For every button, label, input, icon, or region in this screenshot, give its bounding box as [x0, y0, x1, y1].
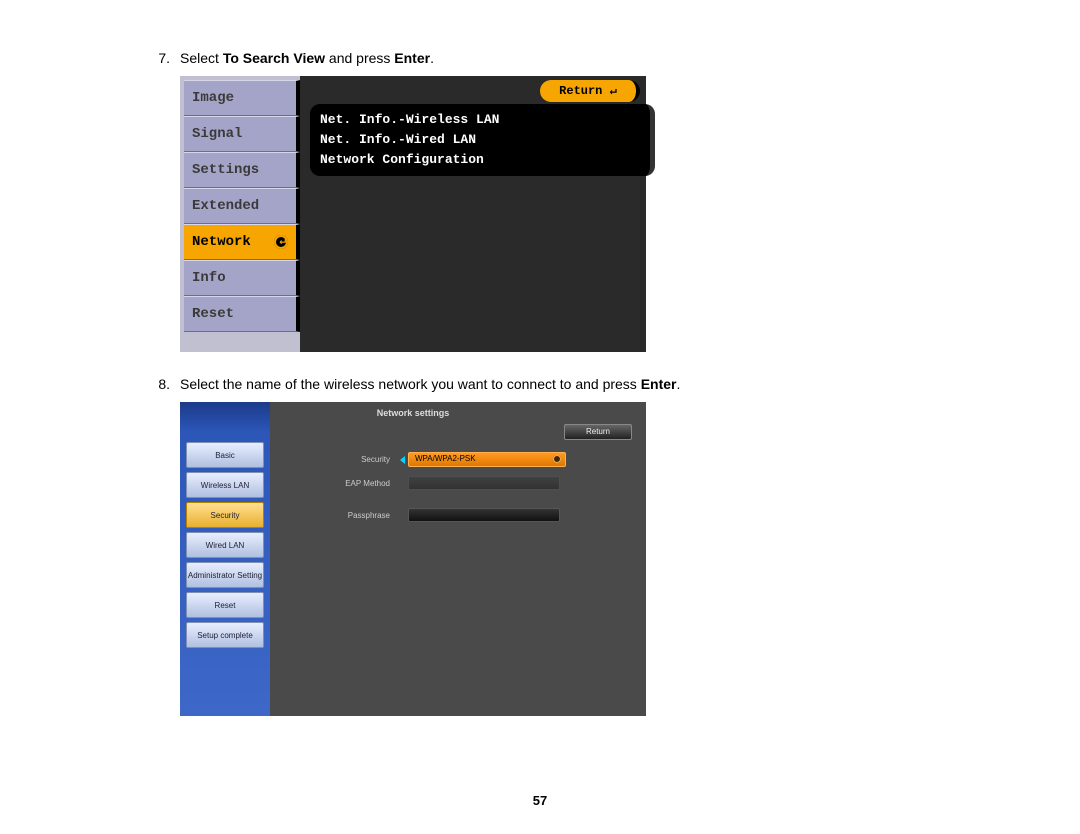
sidebar-item-basic[interactable]: Basic	[186, 442, 264, 468]
row-passphrase: Passphrase	[320, 508, 560, 522]
step-7: 7. Select To Search View and press Enter…	[140, 50, 980, 66]
screenshot-projector-menu: Image Signal Settings Extended Network I…	[180, 76, 646, 352]
step-text: Select the name of the wireless network …	[180, 376, 980, 392]
caret-left-icon	[400, 456, 405, 464]
return-button[interactable]: Return	[564, 424, 632, 440]
sidebar-item-wireless-lan[interactable]: Wireless LAN	[186, 472, 264, 498]
step-number: 7.	[140, 50, 180, 66]
menu-item-extended[interactable]: Extended	[184, 188, 300, 224]
settings-sidebar: Basic Wireless LAN Security Wired LAN Ad…	[180, 402, 270, 716]
step-text: Select To Search View and press Enter.	[180, 50, 980, 66]
sidebar-item-security[interactable]: Security	[186, 502, 264, 528]
screenshot-network-settings: Network settings Return Basic Wireless L…	[180, 402, 646, 716]
label-eap: EAP Method	[320, 479, 390, 488]
panel-title: Network settings	[377, 408, 450, 418]
submenu-item-network-config[interactable]: Network Configuration	[320, 150, 640, 170]
page-number: 57	[533, 793, 547, 808]
submenu-item-wireless-lan[interactable]: Net. Info.-Wireless LAN	[320, 110, 640, 130]
passphrase-value[interactable]	[408, 508, 560, 522]
sidebar-item-admin[interactable]: Administrator Setting	[186, 562, 264, 588]
return-button[interactable]: Return ↵	[540, 80, 640, 102]
menu-item-settings[interactable]: Settings	[184, 152, 300, 188]
step-8: 8. Select the name of the wireless netwo…	[140, 376, 980, 392]
sidebar-item-wired-lan[interactable]: Wired LAN	[186, 532, 264, 558]
menu-item-reset[interactable]: Reset	[184, 296, 300, 332]
label-passphrase: Passphrase	[320, 511, 390, 520]
submenu-item-wired-lan[interactable]: Net. Info.-Wired LAN	[320, 130, 640, 150]
menu-item-image[interactable]: Image	[184, 80, 300, 116]
sidebar-item-setup-complete[interactable]: Setup complete	[186, 622, 264, 648]
sidebar-item-reset[interactable]: Reset	[186, 592, 264, 618]
security-value[interactable]: WPA/WPA2-PSK	[408, 452, 566, 467]
eap-value	[408, 476, 560, 490]
label-security: Security	[320, 455, 390, 464]
menu-item-network[interactable]: Network	[184, 224, 300, 260]
menu-item-info[interactable]: Info	[184, 260, 300, 296]
row-security: Security WPA/WPA2-PSK	[320, 452, 566, 467]
row-eap: EAP Method	[320, 476, 560, 490]
menu-item-signal[interactable]: Signal	[184, 116, 300, 152]
submenu-panel: Net. Info.-Wireless LAN Net. Info.-Wired…	[310, 104, 655, 176]
step-number: 8.	[140, 376, 180, 392]
menu-sidebar: Image Signal Settings Extended Network I…	[184, 80, 300, 332]
